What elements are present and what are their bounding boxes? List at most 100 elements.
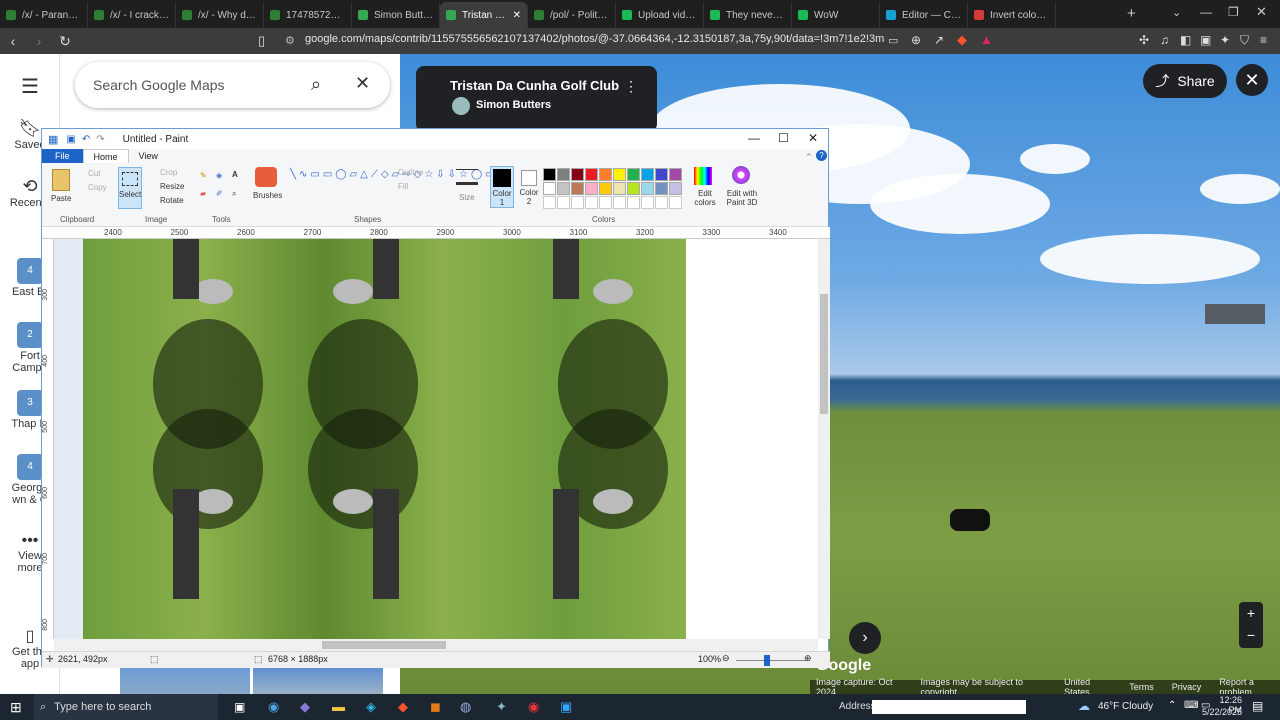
contributor-name[interactable]: Simon Butters [476, 99, 551, 111]
zoom-out-icon[interactable]: − [1239, 624, 1263, 646]
tab-home[interactable]: Home [82, 149, 129, 163]
close-window-icon[interactable]: ✕ [1256, 4, 1267, 20]
paint3d-icon[interactable] [732, 166, 750, 184]
close-icon[interactable]: ✕ [808, 131, 818, 145]
search-input[interactable]: Search Google Maps ⌕ ✕ [75, 62, 390, 108]
color-picker-icon[interactable]: ✐ [216, 189, 223, 198]
brushes-button[interactable]: Brushes [253, 191, 282, 200]
brushes-icon[interactable] [255, 167, 277, 187]
app-icon[interactable]: ◼ [430, 699, 441, 715]
forward-icon[interactable]: › [26, 28, 52, 54]
blank-canvas-region[interactable] [686, 239, 818, 639]
notification-icon[interactable]: ▤ [1252, 699, 1263, 713]
palette-swatch[interactable] [627, 182, 640, 195]
palette-swatch-empty[interactable] [655, 196, 668, 209]
media-icon[interactable]: ♫ [1160, 33, 1169, 47]
app-icon[interactable]: ◈ [366, 699, 376, 715]
palette-swatch-empty[interactable] [641, 196, 654, 209]
app-icon[interactable]: ✦ [496, 699, 507, 715]
tab-search-icon[interactable]: ⌄ [1172, 6, 1181, 19]
palette-swatch[interactable] [627, 168, 640, 181]
browser-tab[interactable]: They never learn. [704, 2, 792, 28]
maximize-icon[interactable]: ❐ [1228, 5, 1239, 19]
palette-swatch[interactable] [543, 168, 556, 181]
extensions-icon[interactable]: ✣ [1139, 33, 1149, 47]
browser-tab[interactable]: Upload videos a [616, 2, 704, 28]
privacy-link[interactable]: Privacy [1172, 682, 1202, 692]
paste-icon[interactable] [52, 169, 70, 191]
redo-icon[interactable]: ↷ [96, 134, 104, 145]
brave-icon[interactable]: ◆ [398, 699, 408, 715]
screen-icon[interactable]: ▭ [888, 34, 898, 47]
edit-colors-button[interactable]: Edit colors [693, 189, 717, 207]
minimize-icon[interactable]: — [1200, 5, 1212, 19]
zoom-in-icon[interactable]: + [1239, 602, 1263, 624]
tab-view[interactable]: View [129, 149, 168, 163]
cut-button[interactable]: Cut [88, 169, 100, 178]
palette-swatch-empty[interactable] [543, 196, 556, 209]
wallet-icon[interactable]: ▣ [1200, 33, 1211, 47]
new-tab-icon[interactable]: + [1127, 5, 1136, 22]
shapes-gallery[interactable]: ╲∿▭▭◯▱△⟋◇▱⇨◇☆⇩⇩☆◯▭◯ [290, 169, 509, 205]
pencil-icon[interactable]: ✎ [200, 171, 207, 180]
palette-swatch-empty[interactable] [585, 196, 598, 209]
palette-swatch-empty[interactable] [627, 196, 640, 209]
palette-swatch[interactable] [557, 168, 570, 181]
menu-icon[interactable]: ≡ [1260, 33, 1267, 47]
browser-tab[interactable]: Editor — Clideo [880, 2, 968, 28]
close-tab-icon[interactable]: ✕ [513, 10, 521, 21]
palette-swatch[interactable] [543, 182, 556, 195]
palette-swatch[interactable] [613, 168, 626, 181]
weather-text[interactable]: 46°F Cloudy [1098, 701, 1153, 712]
browser-tab[interactable]: /x/ - I cracked th [88, 2, 176, 28]
save-icon[interactable]: ▣ [66, 134, 75, 145]
app-icon[interactable]: ▣ [560, 699, 572, 715]
palette-swatch-empty[interactable] [669, 196, 682, 209]
horizontal-scroll-thumb[interactable] [322, 641, 446, 649]
vpn-icon[interactable]: ⛉ [1240, 33, 1249, 48]
zoom-out-icon[interactable]: ⊖ [722, 653, 730, 664]
paint-canvas-area[interactable] [54, 239, 818, 639]
undo-icon[interactable]: ↶ [82, 134, 90, 145]
thumbnail-photo[interactable] [120, 666, 250, 694]
palette-swatch-empty[interactable] [613, 196, 626, 209]
palette-swatch[interactable] [599, 182, 612, 195]
close-search-icon[interactable]: ✕ [355, 73, 370, 94]
palette-swatch[interactable] [585, 168, 598, 181]
copy-button[interactable]: Copy [88, 183, 107, 192]
palette-swatch[interactable] [655, 182, 668, 195]
color1-button[interactable]: Color 1 [490, 166, 514, 208]
back-icon[interactable]: ‹ [0, 28, 26, 54]
collapse-ribbon-icon[interactable]: ⌃ [805, 152, 813, 163]
rotate-button[interactable]: Rotate [160, 196, 184, 205]
paint-icon[interactable]: ◍ [460, 699, 471, 715]
tray-chevron-icon[interactable]: ⌃ [1168, 700, 1176, 711]
browser-tab[interactable]: Simon Butters - [352, 2, 440, 28]
browser-tab[interactable]: Tristan Da C ✕ [440, 2, 528, 28]
share-button[interactable]: ⤴ Share [1143, 64, 1227, 98]
next-photo-button[interactable]: › [849, 622, 881, 654]
site-info-icon[interactable]: ⚙ [285, 34, 295, 47]
palette-swatch-empty[interactable] [571, 196, 584, 209]
outline-button[interactable]: Outline [398, 168, 423, 177]
help-icon[interactable]: ? [816, 150, 827, 161]
browser-tab[interactable]: 1747857227444 [264, 2, 352, 28]
edit-paint3d-button[interactable]: Edit with Paint 3D [724, 189, 760, 207]
maximize-icon[interactable]: ☐ [778, 131, 789, 145]
taskbar-search-box[interactable]: ⌕ Type here to search [34, 694, 218, 720]
fill-button[interactable]: Fill [398, 182, 408, 191]
horizontal-scrollbar[interactable] [54, 639, 818, 651]
crop-button[interactable]: Crop [160, 168, 177, 177]
edit-colors-icon[interactable] [694, 167, 712, 185]
windows-start-icon[interactable]: ⊞ [10, 699, 22, 716]
mirrored-image[interactable] [83, 239, 686, 639]
paste-button[interactable]: Paste [51, 194, 71, 203]
brave-shield-icon[interactable]: ◆ [957, 32, 967, 48]
zoom-slider[interactable] [736, 660, 806, 661]
more-vert-icon[interactable]: ⋮ [624, 78, 638, 95]
bookmark-icon[interactable]: ▯ [258, 33, 265, 49]
palette-swatch-empty[interactable] [599, 196, 612, 209]
palette-swatch[interactable] [641, 182, 654, 195]
palette-swatch[interactable] [571, 182, 584, 195]
select-button[interactable]: Select [118, 167, 142, 209]
